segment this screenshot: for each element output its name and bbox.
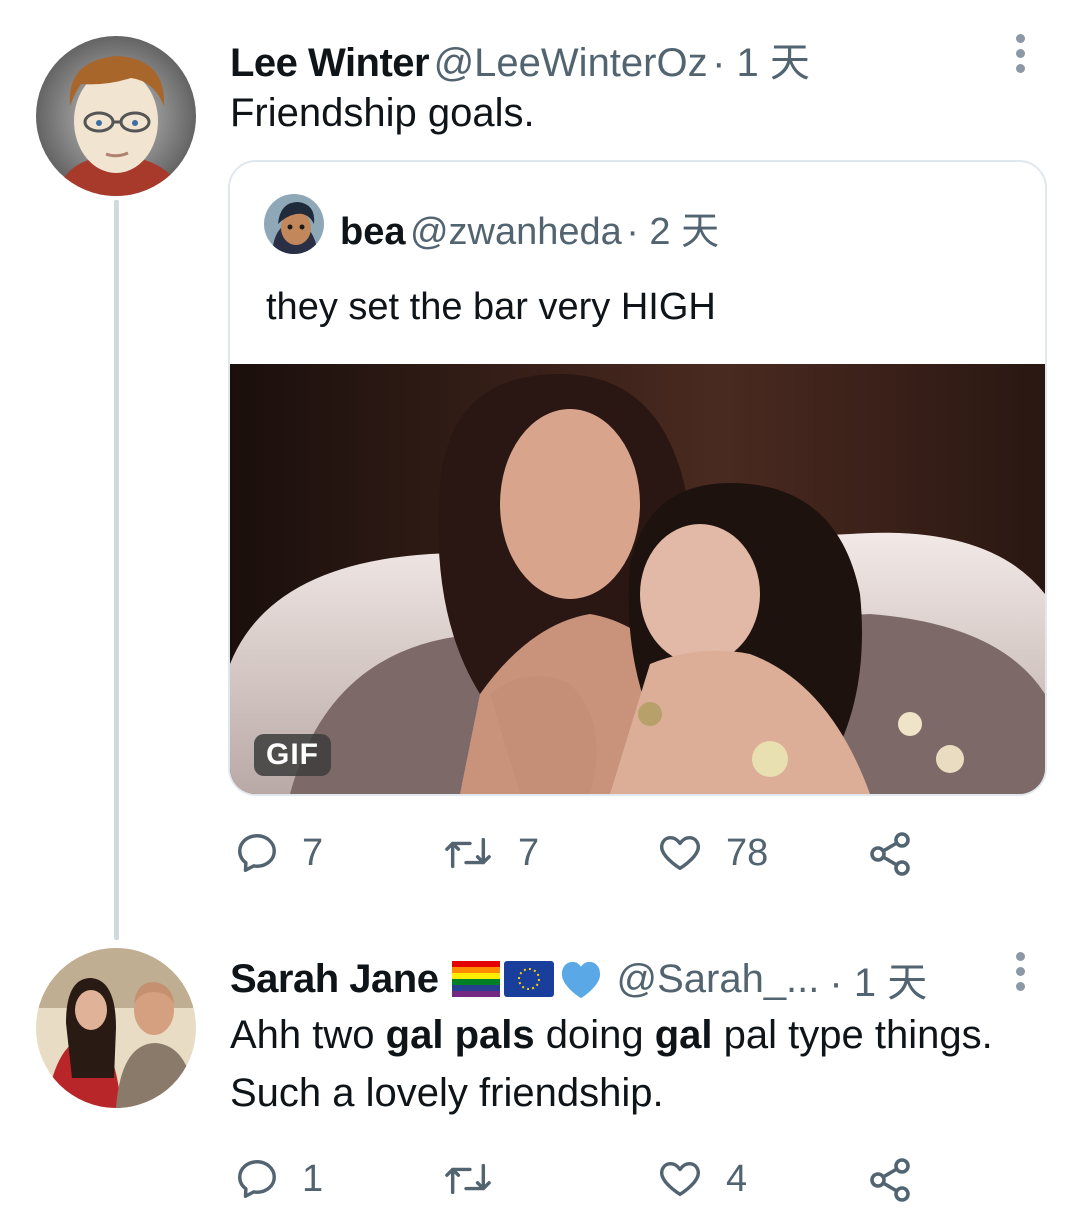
text-segment: Ahh two <box>230 1013 386 1057</box>
author-name[interactable]: Lee Winter <box>230 41 430 85</box>
avatar-lee-winter-image <box>36 36 196 196</box>
name-emojis <box>452 958 604 1000</box>
tweet2-header: Sarah Jane @Sarah_... · 1 天 <box>230 950 927 1008</box>
gif-image <box>230 364 1045 794</box>
avatar-sarah-jane-image <box>36 948 196 1108</box>
heart-icon <box>660 1161 700 1197</box>
avatar-bea[interactable] <box>264 194 324 254</box>
reply-button[interactable]: 1 <box>234 1156 323 1202</box>
author-handle[interactable]: @Sarah_... <box>616 957 819 1002</box>
reply-count: 7 <box>302 831 324 874</box>
text-segment-bold: gal <box>654 1013 713 1057</box>
tweet-text: Friendship goals. <box>230 91 535 135</box>
retweet-icon <box>445 1163 491 1195</box>
quoted-timestamp[interactable]: · 2 天 <box>626 211 719 253</box>
gif-badge: GIF <box>254 734 331 776</box>
reply-count: 1 <box>302 1157 324 1200</box>
quoted-author-handle[interactable]: @zwanheda <box>410 211 622 253</box>
share-icon <box>870 832 910 876</box>
eu-flag-icon <box>504 961 555 997</box>
heart-icon <box>660 835 700 871</box>
reply-icon <box>238 834 276 872</box>
author-name[interactable]: Sarah Jane <box>230 957 439 1002</box>
quoted-tweet-card[interactable]: bea @zwanheda · 2 天 they set the bar ver… <box>228 160 1047 796</box>
tweet-text: Ahh two gal pals doing gal pal type thin… <box>230 1006 1010 1122</box>
quoted-tweet-text: they set the bar very HIGH <box>266 286 716 328</box>
retweet-icon <box>445 837 491 869</box>
reply-button[interactable]: 7 <box>234 830 323 876</box>
retweet-button[interactable]: 7 <box>440 830 539 876</box>
quoted-tweet-header: bea @zwanheda · 2 天 <box>340 200 719 255</box>
author-handle[interactable]: @LeeWinterOz <box>434 41 708 85</box>
blue-heart-icon <box>562 961 601 999</box>
rainbow-flag-icon <box>452 961 501 997</box>
gif-media[interactable]: GIF <box>230 364 1045 794</box>
like-count: 78 <box>726 831 769 874</box>
text-segment-bold: gal pals <box>385 1013 535 1057</box>
like-button[interactable]: 4 <box>656 1156 747 1202</box>
share-button[interactable] <box>866 830 914 878</box>
thread-line <box>114 200 119 940</box>
like-button[interactable]: 78 <box>656 830 768 876</box>
like-count: 4 <box>726 1157 748 1200</box>
avatar-bea-image <box>264 194 324 254</box>
timestamp[interactable]: · 1 天 <box>712 41 810 85</box>
avatar-lee-winter[interactable] <box>36 36 196 196</box>
retweet-count: 7 <box>518 831 540 874</box>
reply-icon <box>238 1160 276 1198</box>
share-icon <box>870 1158 910 1202</box>
tweet1-header: Lee Winter @LeeWinterOz · 1 天 <box>230 30 810 88</box>
more-options-icon[interactable] <box>1010 34 1030 79</box>
retweet-button[interactable] <box>440 1156 518 1202</box>
quoted-author-name[interactable]: bea <box>340 211 405 253</box>
timestamp[interactable]: · 1 天 <box>829 950 927 1008</box>
more-options-icon[interactable] <box>1010 952 1030 997</box>
share-button[interactable] <box>866 1156 914 1204</box>
avatar-sarah-jane[interactable] <box>36 948 196 1108</box>
text-segment: doing <box>534 1013 655 1057</box>
